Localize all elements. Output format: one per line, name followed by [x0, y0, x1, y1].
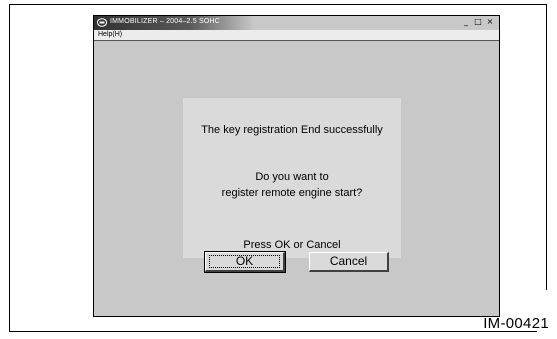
menu-help[interactable]: Help(H) — [98, 31, 122, 38]
maximize-button[interactable]: □ — [473, 17, 483, 27]
car-icon — [97, 18, 107, 27]
window-controls: _ □ × — [461, 17, 495, 27]
window-title: IMMOBILIZER – 2004–2.5 SOHC — [110, 18, 221, 25]
cancel-button[interactable]: Cancel — [309, 252, 389, 272]
cancel-button-label: Cancel — [329, 254, 368, 268]
registration-status-text: The key registration End successfully — [201, 124, 383, 136]
menu-bar: Help(H) — [94, 30, 499, 41]
minimize-button[interactable]: _ — [461, 17, 471, 27]
instruction-text: Press OK or Cancel — [243, 239, 341, 251]
message-panel: The key registration End successfully Do… — [183, 98, 401, 258]
app-window: IMMOBILIZER – 2004–2.5 SOHC _ □ × Help(H… — [93, 15, 500, 317]
figure-code: IM-00421 — [483, 315, 549, 332]
close-button[interactable]: × — [485, 17, 495, 27]
question-text-line1: Do you want to — [255, 171, 329, 183]
client-area: The key registration End successfully Do… — [94, 42, 499, 316]
ok-button[interactable]: OK — [204, 251, 286, 273]
question-text-line2: register remote engine start? — [221, 187, 363, 199]
title-bar[interactable]: IMMOBILIZER – 2004–2.5 SOHC _ □ × — [94, 16, 499, 30]
focus-rect — [209, 255, 280, 268]
